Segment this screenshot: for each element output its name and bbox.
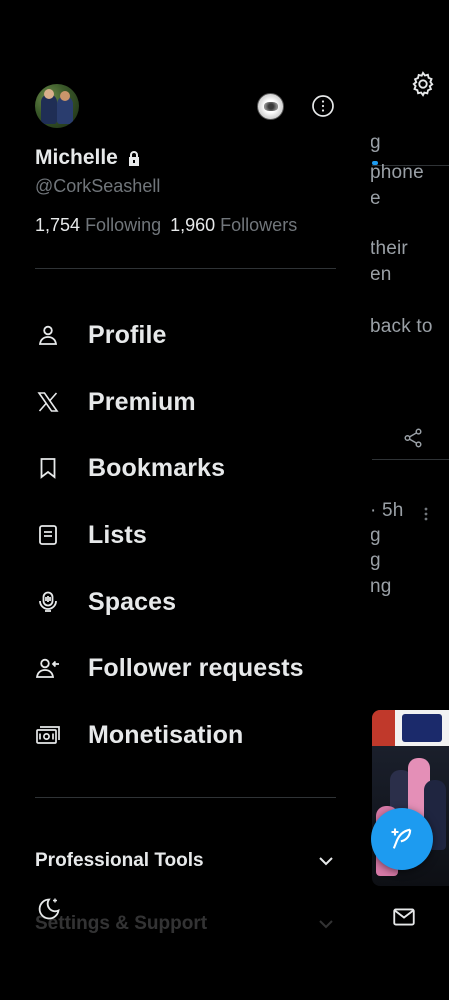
followers-label: Followers: [220, 215, 298, 235]
messages-icon[interactable]: [391, 904, 417, 930]
microphone-icon: [35, 589, 61, 615]
menu-item-lists[interactable]: Lists: [35, 505, 355, 565]
menu-item-profile[interactable]: Profile: [35, 305, 355, 365]
menu-item-premium[interactable]: Premium: [35, 372, 355, 432]
post-more-icon[interactable]: [420, 505, 432, 523]
menu-label: Monetisation: [88, 720, 244, 749]
menu-label: Profile: [88, 320, 167, 349]
avatar[interactable]: [35, 84, 79, 128]
menu-item-follower-requests[interactable]: Follower requests: [35, 638, 355, 698]
feed-snippet: their: [370, 238, 408, 259]
feed-divider: [372, 459, 449, 460]
list-icon: [35, 522, 61, 548]
menu-item-bookmarks[interactable]: Bookmarks: [35, 438, 355, 498]
feed-snippet: phone: [370, 162, 424, 183]
feed-snippet: g: [370, 550, 381, 571]
feed-snippet: ng: [370, 576, 392, 597]
share-icon[interactable]: [402, 427, 424, 449]
following-label: Following: [85, 215, 162, 235]
followers-count: 1,960: [170, 215, 216, 235]
more-options-icon[interactable]: [311, 94, 335, 118]
followers-link[interactable]: 1,960 Followers: [170, 215, 297, 236]
feed-snippet: e: [370, 188, 381, 209]
feed-snippet: g: [370, 525, 381, 546]
feed-snippet: back to: [370, 316, 433, 337]
money-icon: [35, 722, 61, 748]
user-handle: @CorkSeashell: [35, 176, 161, 196]
display-name[interactable]: Michelle: [35, 146, 142, 170]
feed-snippet: en: [370, 264, 392, 285]
menu-label: Bookmarks: [88, 453, 226, 482]
settings-support-section[interactable]: Settings & Support: [35, 904, 336, 944]
settings-gear-icon[interactable]: [409, 70, 437, 98]
person-add-icon: [35, 655, 61, 681]
feather-plus-icon: [391, 828, 412, 849]
compose-post-button[interactable]: [371, 808, 433, 870]
divider: [35, 268, 336, 269]
menu-label: Lists: [88, 520, 147, 549]
x-logo-icon: [35, 389, 61, 415]
following-count: 1,754: [35, 215, 81, 235]
screen: g phone e their en back to · 5h g g ng M…: [0, 0, 449, 1000]
switch-account-avatar[interactable]: [257, 93, 284, 120]
professional-tools-section[interactable]: Professional Tools: [35, 841, 336, 881]
divider: [35, 797, 336, 798]
display-name-text: Michelle: [35, 146, 118, 169]
chevron-down-icon: [319, 857, 333, 866]
menu-item-monetisation[interactable]: Monetisation: [35, 705, 355, 765]
moon-icon[interactable]: [36, 896, 62, 922]
menu-label: Premium: [88, 387, 196, 416]
lock-icon: [128, 150, 139, 166]
menu-item-spaces[interactable]: Spaces: [35, 572, 355, 632]
feed-timestamp: · 5h: [370, 500, 404, 521]
feed-snippet: g: [370, 132, 381, 153]
section-label: Professional Tools: [35, 850, 204, 871]
following-link[interactable]: 1,754 Following: [35, 215, 161, 236]
chevron-down-icon: [319, 920, 333, 929]
person-icon: [35, 322, 61, 348]
navigation-drawer: Michelle @CorkSeashell 1,754 Following 1…: [0, 0, 371, 1000]
bookmark-icon: [35, 455, 61, 481]
menu-label: Follower requests: [88, 653, 304, 682]
menu-label: Spaces: [88, 587, 177, 616]
follow-stats: 1,754 Following 1,960 Followers: [35, 215, 297, 236]
